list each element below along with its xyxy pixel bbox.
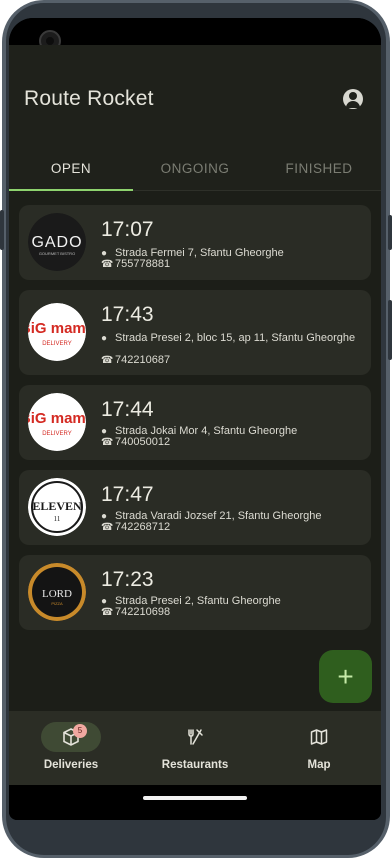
location-pin-icon: ● [101, 248, 108, 259]
order-time: 17:07 [101, 218, 154, 241]
phone-icon: ☎ [101, 437, 114, 448]
nav-deliveries[interactable]: 5 Deliveries [9, 711, 133, 785]
svg-text:11: 11 [54, 515, 61, 523]
phone-text: 742210698 [115, 606, 171, 618]
order-time: 17:44 [101, 398, 154, 421]
svg-text:BiG mama: BiG mama [28, 320, 86, 337]
svg-text:DELIVERY: DELIVERY [42, 431, 72, 437]
order-card[interactable]: GADO GOURMET BISTRO 17:07 ● Strada Ferme… [19, 205, 371, 280]
phone-icon: ☎ [101, 607, 114, 618]
nav-label: Deliveries [43, 759, 99, 771]
order-address: ● Strada Presei 2, bloc 15, ap 11, Sfant… [101, 332, 363, 345]
phone-icon: ☎ [101, 259, 114, 270]
tab-indicator [9, 189, 133, 191]
map-icon [310, 729, 328, 745]
location-pin-icon: ● [101, 511, 108, 522]
tab-finished[interactable]: FINISHED [257, 145, 381, 191]
svg-text:BiG mama: BiG mama [28, 410, 86, 427]
phone-text: 742268712 [115, 521, 171, 533]
order-phone[interactable]: ☎ 742268712 [101, 521, 363, 534]
address-text: Strada Presei 2, bloc 15, ap 11, Sfantu … [115, 332, 356, 344]
order-time: 17:23 [101, 568, 154, 591]
status-bar [9, 18, 381, 52]
svg-text:ELEVEN: ELEVEN [32, 499, 82, 513]
side-button [388, 300, 392, 360]
order-card[interactable]: ELEVEN 11 17:47 ● Strada Varadi Jozsef 2… [19, 470, 371, 545]
order-phone[interactable]: ☎ 742210698 [101, 606, 363, 619]
nav-map[interactable]: Map [257, 711, 381, 785]
order-card[interactable]: LORD PIZZA 17:23 ● Strada Presei 2, Sfan… [19, 555, 371, 630]
location-pin-icon: ● [101, 333, 108, 344]
gado-logo: GADO GOURMET BISTRO [28, 213, 86, 271]
app: Route Rocket OPEN ONGOING FINISHED GADO … [9, 45, 381, 785]
big-mama-logo: BiG mama DELIVERY [28, 393, 86, 451]
order-phone[interactable]: ☎ 740050012 [101, 436, 363, 449]
eleven-logo: ELEVEN 11 [28, 478, 86, 536]
screen: Route Rocket OPEN ONGOING FINISHED GADO … [9, 18, 381, 820]
app-title: Route Rocket [24, 87, 154, 110]
fork-knife-icon [188, 729, 203, 745]
power-button [388, 215, 392, 250]
nav-label: Map [307, 759, 331, 771]
location-pin-icon: ● [101, 426, 108, 437]
lord-logo: LORD PIZZA [28, 563, 86, 621]
plus-icon: + [337, 660, 354, 692]
account-icon[interactable] [343, 89, 363, 109]
phone-text: 742210687 [115, 354, 171, 366]
order-card[interactable]: BiG mama DELIVERY 17:44 ● Strada Jokai M… [19, 385, 371, 460]
bottom-navigation: 5 Deliveries Restaurants Map [9, 711, 381, 785]
order-phone[interactable]: ☎ 755778881 [101, 258, 363, 271]
tab-ongoing[interactable]: ONGOING [133, 145, 257, 191]
svg-text:PIZZA: PIZZA [51, 601, 63, 606]
phone-icon: ☎ [101, 522, 114, 533]
gesture-bar [9, 785, 381, 820]
big-mama-logo: BiG mama DELIVERY [28, 303, 86, 361]
add-delivery-button[interactable]: + [319, 650, 372, 703]
phone-text: 755778881 [115, 258, 171, 270]
order-card[interactable]: BiG mama DELIVERY 17:43 ● Strada Presei … [19, 290, 371, 375]
svg-text:GOURMET BISTRO: GOURMET BISTRO [39, 251, 75, 256]
order-time: 17:47 [101, 483, 154, 506]
order-phone[interactable]: ☎ 742210687 [101, 354, 363, 367]
location-pin-icon: ● [101, 596, 108, 607]
home-indicator[interactable] [143, 796, 247, 800]
deliveries-badge: 5 [73, 724, 87, 738]
nav-restaurants[interactable]: Restaurants [133, 711, 257, 785]
top-app-bar: Route Rocket [9, 45, 381, 145]
tab-open[interactable]: OPEN [9, 145, 133, 191]
tab-bar: OPEN ONGOING FINISHED [9, 145, 381, 191]
volume-button [0, 210, 4, 250]
phone-text: 740050012 [115, 436, 171, 448]
svg-text:DELIVERY: DELIVERY [42, 341, 72, 347]
svg-text:GADO: GADO [31, 234, 82, 251]
nav-label: Restaurants [161, 759, 229, 771]
order-time: 17:43 [101, 303, 154, 326]
svg-text:LORD: LORD [42, 588, 72, 600]
phone-icon: ☎ [101, 355, 114, 366]
